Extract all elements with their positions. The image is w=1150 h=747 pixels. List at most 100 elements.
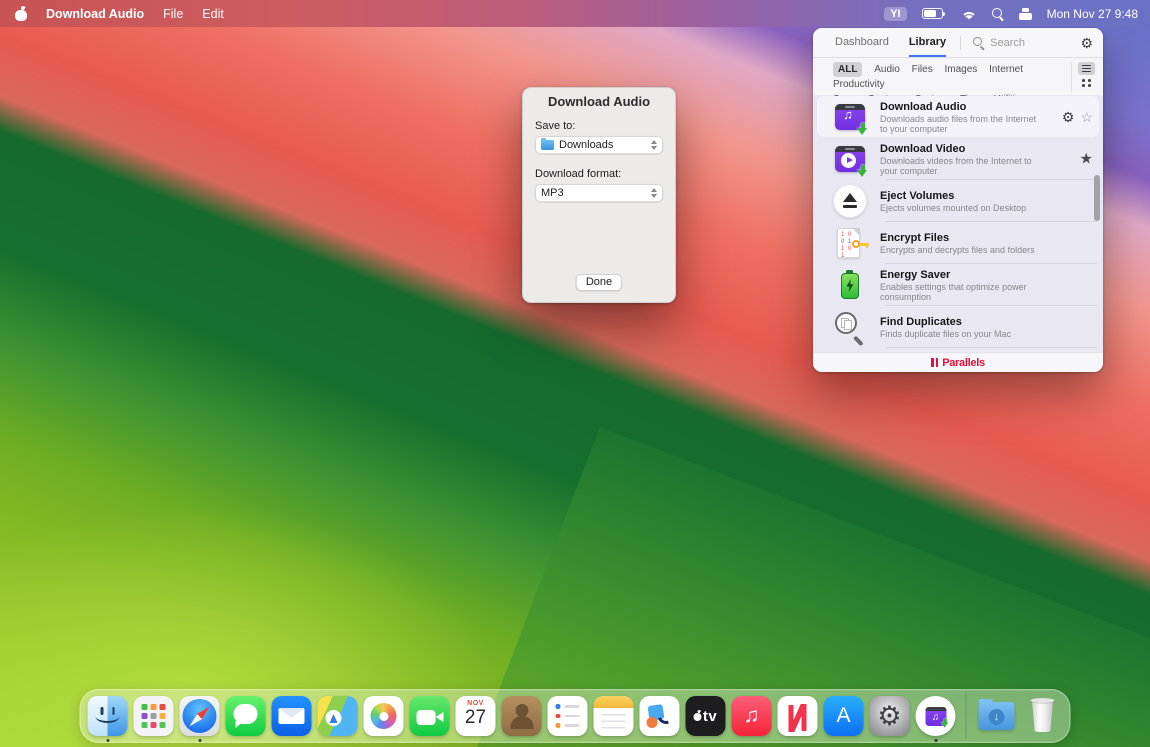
download-arrow-icon: ↓ [989,709,1005,725]
toolbox-menu-icon[interactable] [1019,8,1032,20]
dock-photos[interactable] [362,694,406,738]
tool-row-download-audio[interactable]: ♫ Download Audio Downloads audio files f… [813,96,1103,138]
stepper-icon [651,140,657,150]
dock-launchpad[interactable] [132,694,176,738]
parallels-brand: Parallels [942,357,985,369]
app-store-a-icon: A [836,704,850,728]
panel-settings-gear-icon[interactable]: ⚙ [1080,36,1103,50]
dialog-title: Download Audio [523,88,675,109]
dock-music[interactable]: ♫ [730,694,774,738]
music-note-icon: ♫ [744,704,760,728]
dock: NOV 27 tv ♫ A ⚙ ♫ ↓ [80,689,1071,743]
favorite-star-filled-icon[interactable]: ★ [1080,152,1093,167]
apple-menu-icon[interactable] [15,7,27,21]
download-audio-icon: ♫ [833,100,867,134]
search-icon [973,37,984,48]
tool-title: Download Audio [880,101,1040,113]
tool-settings-gear-icon[interactable]: ⚙ [1062,110,1075,124]
done-button[interactable]: Done [576,274,622,291]
tab-library[interactable]: Library [909,28,946,57]
grid-view-icon[interactable] [1078,79,1095,88]
tool-row-encrypt-files[interactable]: 1 0 0 1 1 0 1 Encrypt Files Encrypts and… [813,222,1103,264]
tool-description: Finds duplicate files on your Mac [880,329,1040,340]
gear-icon: ⚙ [877,703,901,730]
save-to-select[interactable]: Downloads [535,136,663,154]
dock-reminders[interactable] [546,694,590,738]
search-box[interactable] [973,28,1078,57]
tool-description: Downloads videos from the Internet to yo… [880,156,1040,177]
filter-images[interactable]: Images [945,62,978,77]
dock-freeform[interactable] [638,694,682,738]
tool-title: Energy Saver [880,269,1040,281]
panel-tabs: Dashboard Library [813,28,946,57]
key-icon [852,240,869,248]
dock-download-audio[interactable]: ♫ [914,694,958,738]
filter-files[interactable]: Files [912,62,933,77]
spotlight-search-icon[interactable] [992,8,1004,20]
calendar-month: NOV [456,700,496,707]
menu-clock[interactable]: Mon Nov 27 9:48 [1047,7,1138,21]
download-format-select[interactable]: MP3 [535,184,663,202]
dock-calendar[interactable]: NOV 27 [454,694,498,738]
list-view-icon[interactable] [1078,62,1095,75]
dock-separator [966,693,967,739]
menu-file[interactable]: File [163,7,183,21]
tool-list: ♫ Download Audio Downloads audio files f… [813,96,1103,352]
category-filterbar: ALL Audio Files Images Internet Producti… [813,58,1103,95]
header-divider [960,36,961,50]
menu-edit[interactable]: Edit [202,7,224,21]
tool-row-find-duplicates[interactable]: Find Duplicates Finds duplicate files on… [813,306,1103,348]
dock-maps[interactable] [316,694,360,738]
download-video-icon [833,142,867,176]
favorite-star-icon[interactable]: ☆ [1080,110,1093,124]
filter-internet[interactable]: Internet [989,62,1023,77]
tool-row-energy-saver[interactable]: Energy Saver Enables settings that optim… [813,264,1103,306]
download-arrow-icon [857,123,868,136]
dock-apple-tv[interactable]: tv [684,694,728,738]
panel-scrollbar[interactable] [1094,175,1100,221]
download-format-value: MP3 [541,187,564,199]
panel-footer: Parallels [813,352,1103,372]
download-format-label: Download format: [535,168,663,180]
search-input[interactable] [990,37,1078,49]
encrypt-files-icon: 1 0 0 1 1 0 1 [833,226,867,260]
dock-trash[interactable] [1021,694,1065,738]
dock-finder[interactable] [86,694,130,738]
dock-app-store[interactable]: A [822,694,866,738]
eject-volumes-icon [833,184,867,218]
dock-system-settings[interactable]: ⚙ [868,694,912,738]
dock-news[interactable] [776,694,820,738]
toolbox-panel: Dashboard Library ⚙ ALL Audio Files Imag… [813,28,1103,372]
dock-facetime[interactable] [408,694,452,738]
tool-title: Encrypt Files [880,232,1040,244]
input-source-badge[interactable]: YI [884,7,906,21]
download-arrow-icon [940,718,948,728]
tool-row-download-video[interactable]: Download Video Downloads videos from the… [813,138,1103,180]
filter-all[interactable]: ALL [833,62,862,77]
tab-dashboard[interactable]: Dashboard [835,28,889,57]
tool-description: Enables settings that optimize power con… [880,282,1040,303]
download-audio-dialog: Download Audio Save to: Downloads Downlo… [522,87,676,303]
folder-icon [541,140,554,150]
tool-row-eject-volumes[interactable]: Eject Volumes Ejects volumes mounted on … [813,180,1103,222]
calendar-day: 27 [456,707,496,728]
menu-app-name[interactable]: Download Audio [46,7,144,21]
download-arrow-icon [857,165,868,178]
menu-bar: Download Audio File Edit YI Mon Nov 27 9… [0,0,1150,27]
find-duplicates-icon [833,310,867,344]
filter-audio[interactable]: Audio [874,62,900,77]
screen: Download Audio File Edit YI Mon Nov 27 9… [0,0,1150,747]
filter-productivity[interactable]: Productivity [833,77,885,92]
panel-header: Dashboard Library ⚙ [813,28,1103,58]
battery-icon[interactable] [922,8,946,19]
dock-mail[interactable] [270,694,314,738]
dock-messages[interactable] [224,694,268,738]
tool-description: Encrypts and decrypts files and folders [880,245,1040,256]
dock-safari[interactable] [178,694,222,738]
dock-contacts[interactable] [500,694,544,738]
dock-notes[interactable] [592,694,636,738]
parallels-logo-icon [931,358,938,367]
wifi-icon[interactable] [961,8,977,20]
dock-downloads-folder[interactable]: ↓ [975,694,1019,738]
tool-title: Find Duplicates [880,316,1040,328]
